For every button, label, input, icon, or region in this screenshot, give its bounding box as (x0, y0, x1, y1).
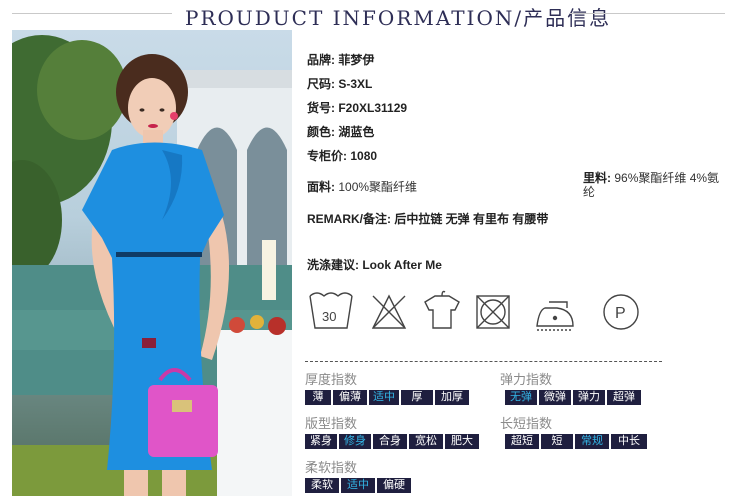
spec-remark: REMARK/备注: 后中拉链 无弹 有里布 有腰带 (307, 210, 548, 227)
thickness-scale: 薄偏薄 适中厚加厚 (305, 390, 469, 405)
elasticity-option: 超弹 (607, 390, 641, 405)
fit-scale: 紧身 修身 合身 宽松 肥大 (305, 434, 479, 449)
fit-option: 修身 (339, 434, 371, 449)
spec-color-label: 颜色: (307, 125, 335, 139)
length-option: 短 (541, 434, 573, 449)
fit-option: 肥大 (445, 434, 479, 449)
header-rule-left (12, 13, 172, 14)
header-rule-right (570, 13, 725, 14)
spec-item-value: F20XL31129 (338, 101, 408, 115)
fit-option: 宽松 (409, 434, 443, 449)
page-title: PROUDUCT INFORMATION/产品信息 (185, 6, 612, 30)
spec-color: 颜色: 湖蓝色 (307, 123, 374, 140)
fit-title: 版型指数 (305, 416, 358, 431)
product-photo (12, 30, 292, 496)
spec-brand-value: 菲梦伊 (338, 53, 375, 67)
length-option: 常规 (575, 434, 609, 449)
thickness-option: 加厚 (435, 390, 469, 405)
dry-clean-p-icon: P (603, 294, 639, 330)
spec-fabric: 面料: 100%聚酯纤维 (307, 178, 417, 195)
spec-price: 专柜价: 1080 (307, 147, 377, 164)
hang-dry-icon (424, 290, 460, 329)
spec-size-value: S-3XL (338, 77, 373, 91)
length-option: 超短 (505, 434, 539, 449)
spec-item-number: 货号: F20XL31129 (307, 99, 407, 116)
spec-fabric-value: 100%聚酯纤维 (338, 180, 418, 194)
thickness-option: 厚 (401, 390, 433, 405)
wash-30-icon: 30 (309, 292, 353, 329)
length-scale: 超短短常规 中长 (505, 434, 647, 449)
iron-low-icon (536, 301, 574, 331)
softness-option: 偏硬 (377, 478, 411, 493)
spec-wash-value: Look After Me (362, 258, 442, 272)
elasticity-option: 微弹 (539, 390, 571, 405)
spec-color-value: 湖蓝色 (338, 125, 375, 139)
divider (305, 361, 662, 362)
fit-option: 合身 (373, 434, 407, 449)
product-photo-illustration (12, 35, 292, 496)
elasticity-scale: 无弹 微弹 弹力 超弹 (505, 390, 641, 405)
spec-lining-label: 里料: (583, 171, 611, 185)
spec-lining: 里料: 96%聚酯纤维 4%氨纶 (583, 171, 723, 199)
thickness-option: 偏薄 (333, 390, 367, 405)
elasticity-option: 弹力 (573, 390, 605, 405)
softness-scale: 柔软 适中 偏硬 (305, 478, 411, 493)
spec-price-value: 1080 (350, 149, 378, 163)
spec-remark-value: 后中拉链 无弹 有里布 有腰带 (394, 212, 549, 226)
length-title: 长短指数 (500, 416, 553, 431)
dry-clean-letter: P (615, 305, 626, 322)
fit-option: 紧身 (305, 434, 337, 449)
care-icons: 30 P (309, 290, 639, 331)
spec-fabric-label: 面料: (307, 180, 335, 194)
elasticity-option: 无弹 (505, 390, 537, 405)
spec-size: 尺码: S-3XL (307, 75, 372, 92)
thickness-option: 薄 (305, 390, 331, 405)
spec-item-label: 货号: (307, 101, 335, 115)
spec-wash-label: 洗涤建议: (307, 258, 359, 272)
softness-title: 柔软指数 (305, 460, 358, 475)
elasticity-title: 弹力指数 (500, 372, 553, 387)
softness-option: 适中 (341, 478, 375, 493)
no-tumble-dry-icon (476, 295, 510, 329)
handbag-shape (148, 385, 218, 457)
spec-price-label: 专柜价: (307, 149, 347, 163)
spec-brand: 品牌: 菲梦伊 (307, 51, 374, 68)
no-bleach-icon (371, 294, 407, 329)
thickness-title: 厚度指数 (305, 372, 358, 387)
spec-remark-label: REMARK/备注: (307, 212, 391, 226)
wash-temp-text: 30 (322, 309, 336, 324)
thickness-option: 适中 (369, 390, 399, 405)
softness-option: 柔软 (305, 478, 339, 493)
length-option: 中长 (611, 434, 647, 449)
spec-size-label: 尺码: (307, 77, 335, 91)
spec-brand-label: 品牌: (307, 53, 335, 67)
spec-wash: 洗涤建议: Look After Me (307, 256, 442, 273)
